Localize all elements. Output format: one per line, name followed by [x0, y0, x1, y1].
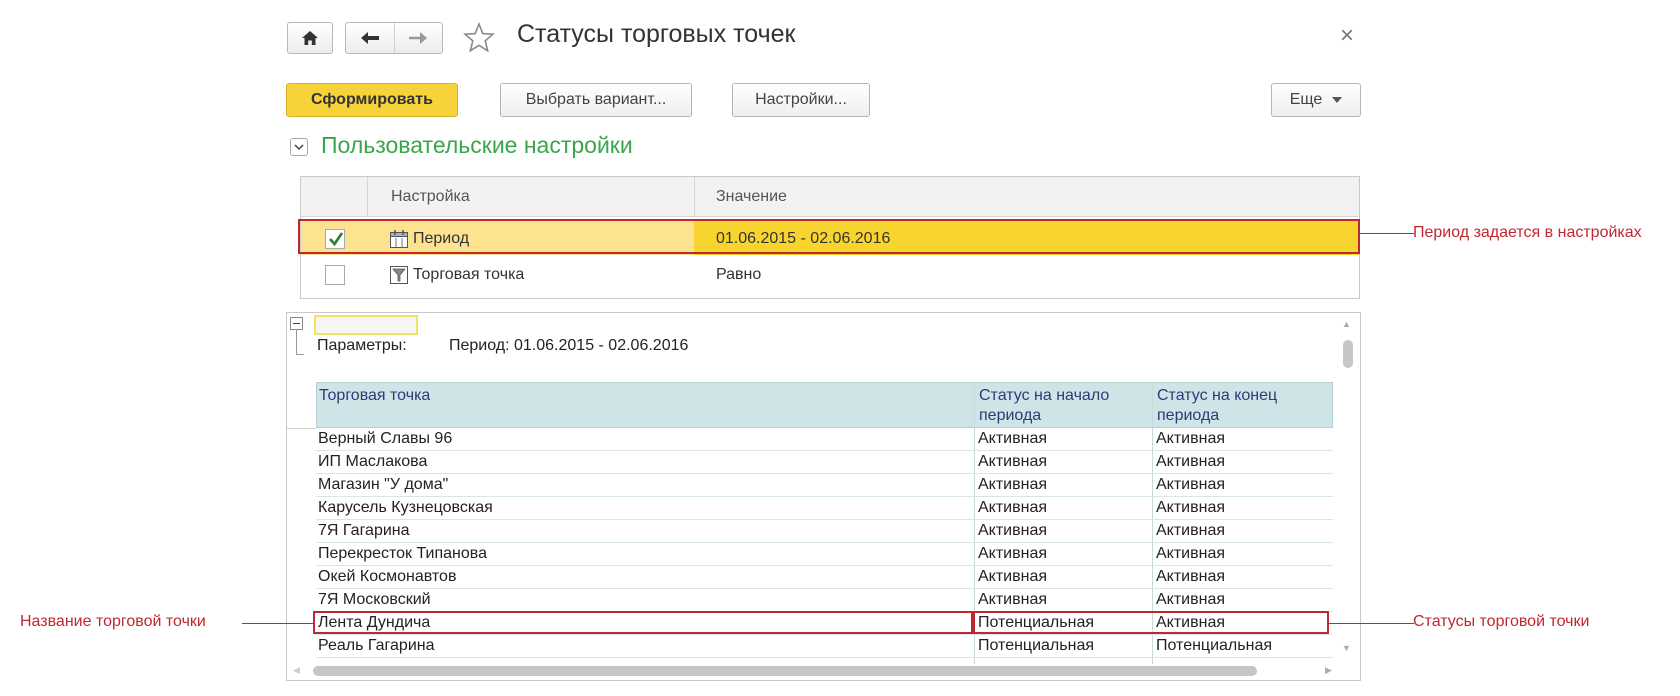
horizontal-scrollbar-thumb[interactable] — [313, 666, 1257, 676]
home-button[interactable] — [287, 22, 333, 54]
cell-point: 7Я Московский — [318, 591, 431, 608]
more-label: Еще — [1289, 91, 1323, 108]
setting-row-point[interactable]: Торговая точка Равно — [301, 257, 1359, 293]
forward-button[interactable] — [393, 23, 443, 53]
status-annotation-line — [1329, 623, 1414, 624]
cell-end-status: Активная — [1156, 453, 1226, 470]
header-start-status: Статус на начало периода — [979, 387, 1110, 424]
cell-start-status: Активная — [978, 568, 1048, 585]
arrow-right-icon — [409, 32, 428, 44]
period-annotation: Период задается в настройках — [1413, 224, 1642, 241]
close-icon[interactable]: × — [1340, 22, 1354, 50]
point-checkbox[interactable] — [325, 265, 345, 285]
generate-button[interactable]: Сформировать — [286, 83, 458, 117]
table-row[interactable]: Реаль Гагарина Потенциальная Потенциальная — [316, 635, 1333, 658]
cell-point: Окей Космонавтов — [318, 568, 457, 585]
params-value: Период: 01.06.2015 - 02.06.2016 — [449, 337, 689, 354]
star-icon[interactable] — [463, 22, 495, 52]
section-title: Пользовательские настройки — [321, 132, 633, 158]
filter-icon — [390, 266, 408, 284]
column-divider — [694, 177, 695, 217]
scroll-left-arrow[interactable]: ◀ — [293, 665, 300, 676]
setting-name: Торговая точка — [413, 266, 525, 283]
cell-end-status: Активная — [1156, 476, 1226, 493]
cell-point: Верный Славы 96 — [318, 430, 453, 447]
more-button[interactable]: Еще — [1271, 83, 1361, 117]
cell-end-status: Активная — [1156, 545, 1226, 562]
table-row[interactable]: Окей Космонавтов Активная Активная — [316, 566, 1333, 589]
cell-start-status: Активная — [978, 522, 1048, 539]
header-setting: Настройка — [391, 188, 470, 205]
point-name-annotation: Название торговой точки — [20, 613, 206, 630]
report-cursor-cell[interactable] — [314, 315, 418, 335]
table-row[interactable]: Карусель Кузнецовская Активная Активная — [316, 497, 1333, 520]
section-collapse-toggle[interactable] — [290, 138, 308, 156]
cell-start-status: Потенциальная — [978, 637, 1094, 654]
home-icon — [302, 31, 318, 45]
cell-start-status: Активная — [978, 430, 1048, 447]
back-button[interactable] — [346, 23, 394, 53]
cell-end-status: Потенциальная — [1156, 637, 1272, 654]
header-value: Значение — [716, 188, 787, 205]
cell-start-status: Активная — [978, 591, 1048, 608]
params-label: Параметры: — [317, 337, 407, 354]
history-nav — [345, 22, 443, 54]
scroll-down-arrow[interactable]: ▼ — [1342, 643, 1351, 653]
scroll-right-arrow[interactable]: ▶ — [1325, 665, 1332, 676]
table-row[interactable]: 7Я Гагарина Активная Активная — [316, 520, 1333, 543]
cell-point: ИП Маслакова — [318, 453, 428, 470]
cell-start-status: Активная — [978, 476, 1048, 493]
header-end-status: Статус на конец периода — [1157, 387, 1278, 424]
point-name-annotation-line — [242, 623, 313, 624]
table-row[interactable]: Верный Славы 96 Активная Активная — [316, 428, 1333, 451]
cell-point: Карусель Кузнецовская — [318, 499, 493, 516]
cell-end-status: Активная — [1156, 430, 1226, 447]
table-row[interactable]: Магазин "У дома" Активная Активная — [316, 474, 1333, 497]
settings-button[interactable]: Настройки... — [732, 83, 870, 117]
report-header: Торговая точка Статус на начало периода С… — [316, 382, 1333, 428]
cell-end-status: Активная — [1156, 522, 1226, 539]
cell-point: Перекресток Типанова — [318, 545, 488, 562]
cell-end-status: Активная — [1156, 591, 1226, 608]
status-highlight-box — [973, 611, 1329, 634]
cell-end-status: Активная — [1156, 499, 1226, 516]
scroll-up-arrow[interactable]: ▲ — [1342, 319, 1351, 329]
status-annotation: Статусы торговой точки — [1413, 613, 1590, 630]
table-row[interactable]: 7Я Московский Активная Активная — [316, 589, 1333, 612]
point-name-highlight-box — [313, 611, 973, 634]
row-number-gutter — [287, 428, 316, 429]
cell-point: 7Я Гагарина — [318, 522, 410, 539]
collapse-icon[interactable] — [290, 317, 303, 330]
window-title: Статусы торговых точек — [517, 20, 796, 48]
column-divider — [367, 177, 368, 217]
period-highlight-box — [298, 219, 1360, 254]
header-point: Торговая точка — [319, 387, 431, 404]
group-line — [296, 354, 304, 355]
table-row[interactable]: ИП Маслакова Активная Активная — [316, 451, 1333, 474]
cell-start-status: Активная — [978, 453, 1048, 470]
chevron-down-icon — [1332, 97, 1343, 103]
vertical-scrollbar-thumb[interactable] — [1343, 340, 1353, 368]
cell-start-status: Активная — [978, 545, 1048, 562]
choose-variant-button[interactable]: Выбрать вариант... — [500, 83, 692, 117]
arrow-left-icon — [360, 32, 379, 44]
setting-value[interactable]: Равно — [716, 266, 761, 284]
group-line — [296, 330, 297, 355]
period-annotation-line — [1360, 233, 1414, 234]
chevron-down-icon — [294, 144, 304, 151]
cell-end-status: Активная — [1156, 568, 1226, 585]
cell-start-status: Активная — [978, 499, 1048, 516]
cell-point: Реаль Гагарина — [318, 637, 435, 654]
table-row[interactable]: Перекресток Типанова Активная Активная — [316, 543, 1333, 566]
cell-point: Магазин "У дома" — [318, 476, 449, 493]
